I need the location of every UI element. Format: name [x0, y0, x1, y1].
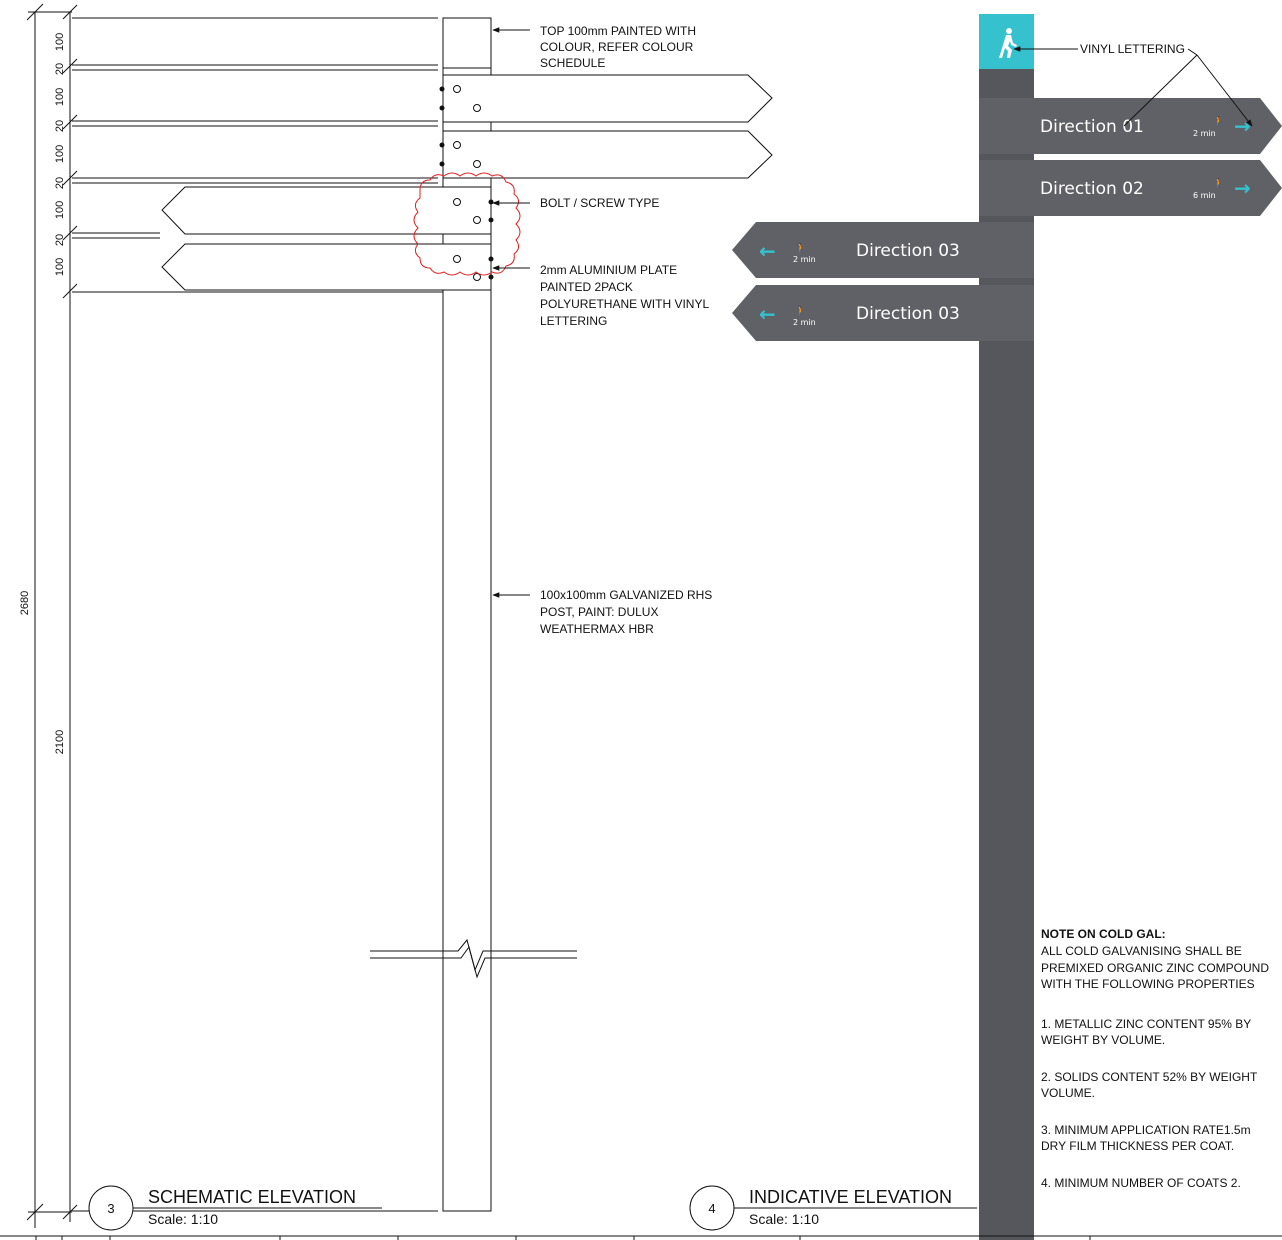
sign-label-2: Direction 02	[1040, 179, 1144, 199]
arrow-left-icon: ←	[759, 239, 776, 263]
sign-time-2: 6 min	[1193, 191, 1216, 200]
note-plate-line1: 2mm ALUMINIUM PLATE	[540, 263, 677, 277]
notes-n3-2: DRY FILM THICKNESS PER COAT.	[1041, 1139, 1234, 1153]
notes-intro-1: ALL COLD GALVANISING SHALL BE	[1041, 944, 1242, 958]
blade-right-1	[442, 74, 773, 123]
view-scale: Scale: 1:10	[749, 1211, 819, 1227]
note-top-line3: SCHEDULE	[540, 56, 605, 70]
note-top-line2: COLOUR, REFER COLOUR	[540, 40, 694, 54]
dim-label: 20	[54, 63, 66, 75]
dim-label: 100	[54, 33, 66, 51]
blade-right-2	[442, 130, 773, 179]
note-plate-line2: PAINTED 2PACK	[540, 280, 633, 294]
notes-heading: NOTE ON COLD GAL:	[1041, 927, 1166, 941]
view-scale: Scale: 1:10	[148, 1211, 218, 1227]
notes-n1-1: 1. METALLIC ZINC CONTENT 95% BY	[1041, 1017, 1251, 1031]
notes-n2-2: VOLUME.	[1041, 1086, 1095, 1100]
sign-label-3: Direction 03	[856, 241, 960, 261]
blade-left-2	[161, 243, 492, 291]
indicative-elevation: Direction 01 Direction 02 Direction 03 D…	[732, 14, 1282, 1240]
schematic-elevation: 100 20 100 20 100 20 100 20 100 2680 210…	[19, 3, 773, 1228]
walker-icon: 🚶	[1213, 115, 1224, 127]
arrow-right-icon: →	[1234, 176, 1251, 200]
notes-n1-2: WEIGHT BY VOLUME.	[1041, 1033, 1165, 1047]
note-plate-line4: LETTERING	[540, 314, 607, 328]
dim-label-post: 2100	[54, 730, 66, 754]
view-title-3: 3 SCHEMATIC ELEVATION Scale: 1:10	[88, 1185, 382, 1231]
note-top-line1: TOP 100mm PAINTED WITH	[540, 24, 696, 38]
blade-left-1	[161, 186, 492, 235]
notes-n3-1: 3. MINIMUM APPLICATION RATE1.5m	[1041, 1123, 1251, 1137]
sign-time-4: 2 min	[793, 318, 816, 327]
view-number: 3	[107, 1201, 114, 1216]
dim-label: 100	[54, 258, 66, 276]
dim-label-overall: 2680	[19, 591, 31, 615]
view-number: 4	[708, 1201, 715, 1216]
note-post-line3: WEATHERMAX HBR	[540, 622, 654, 636]
note-plate-line3: POLYURETHANE WITH VINYL	[540, 297, 709, 311]
view-title: SCHEMATIC ELEVATION	[148, 1187, 356, 1207]
arrow-right-icon: →	[1234, 114, 1251, 138]
dim-label: 100	[54, 145, 66, 163]
dim-label: 100	[54, 201, 66, 219]
walker-icon: 🚶	[1213, 177, 1224, 189]
dim-label: 20	[54, 177, 66, 189]
drawing-sheet: 100 20 100 20 100 20 100 20 100 2680 210…	[0, 3, 1282, 1240]
dim-label: 100	[54, 88, 66, 106]
title-block-strip	[0, 1235, 1282, 1240]
dim-label: 20	[54, 120, 66, 132]
sign-time-1: 2 min	[1193, 129, 1216, 138]
notes-intro-3: WITH THE FOLLOWING PROPERTIES	[1041, 977, 1255, 991]
note-vinyl-lettering: VINYL LETTERING	[1080, 42, 1185, 56]
sign-time-3: 2 min	[793, 255, 816, 264]
note-post-line1: 100x100mm GALVANIZED RHS	[540, 588, 712, 602]
walker-icon: 🚶	[795, 305, 806, 317]
walker-icon: 🚶	[795, 242, 806, 254]
notes-intro-2: PREMIXED ORGANIC ZINC COMPOUND	[1041, 961, 1269, 975]
note-bolt: BOLT / SCREW TYPE	[540, 196, 659, 210]
view-title: INDICATIVE ELEVATION	[749, 1187, 952, 1207]
arrow-left-icon: ←	[759, 302, 776, 326]
note-post-line2: POST, PAINT: DULUX	[540, 605, 658, 619]
sign-label-4: Direction 03	[856, 304, 960, 324]
cold-gal-notes: NOTE ON COLD GAL: ALL COLD GALVANISING S…	[1041, 927, 1269, 1190]
view-title-4: 4 INDICATIVE ELEVATION Scale: 1:10	[689, 1185, 977, 1231]
notes-n2-1: 2. SOLIDS CONTENT 52% BY WEIGHT	[1041, 1070, 1258, 1084]
sign-label-1: Direction 01	[1040, 117, 1144, 137]
dim-label: 20	[54, 234, 66, 246]
notes-n4: 4. MINIMUM NUMBER OF COATS 2.	[1041, 1176, 1241, 1190]
